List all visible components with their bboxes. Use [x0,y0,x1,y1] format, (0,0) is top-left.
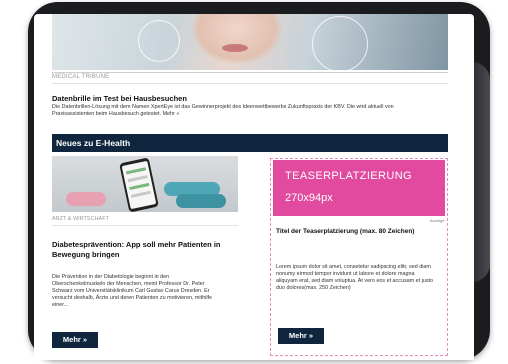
teaser-ad-label: TEASERPLATZIERUNG [285,170,413,182]
phone-screen [121,160,157,210]
section-header: Neues zu E-Health [52,134,448,152]
card-image[interactable] [52,156,238,212]
more-button[interactable]: Mehr » [52,332,98,348]
lips-image [222,44,248,52]
phone-image [119,157,159,212]
article-title[interactable]: Datenbrille im Test bei Hausbesuchen [52,94,187,103]
app-row [127,175,148,183]
tablet-edge [472,62,490,282]
dumbbell-image [176,194,226,208]
card-title[interactable]: Diabetesprävention: App soll mehr Patien… [52,240,238,260]
card-text: Die Prävention in der Diabetologie begin… [52,274,213,308]
divider [52,83,448,84]
hero-image[interactable] [52,14,448,70]
tablet-screen: MEDICAL TRIBUNE Datenbrille im Test bei … [34,14,474,360]
hud-circle [312,16,368,70]
app-row [125,167,147,175]
ad-marker: Anzeige [430,218,445,223]
article-source: MEDICAL TRIBUNE [52,74,110,80]
face-image [192,14,282,64]
hud-circle [138,20,180,62]
article-text: Die Datenbrillen-Lösung mit dem Namen Xp… [52,104,394,117]
app-row [129,182,150,191]
teaser-ad-size: 270x94px [285,192,333,204]
divider [52,225,238,226]
teaser-title[interactable]: Titel der Teaserplatzierung (max. 80 Zei… [276,228,440,237]
teaser-more-button[interactable]: Mehr » [278,328,324,344]
divider [52,72,448,73]
teaser-text: Lorem ipsum dolor sit amet, consetetur s… [276,264,434,291]
app-row [130,190,152,198]
teaser-ad-banner[interactable]: TEASERPLATZIERUNG 270x94px [273,160,445,216]
card-source: ARZT & WIRTSCHAFT [52,216,109,222]
dumbbell-image [66,192,106,206]
